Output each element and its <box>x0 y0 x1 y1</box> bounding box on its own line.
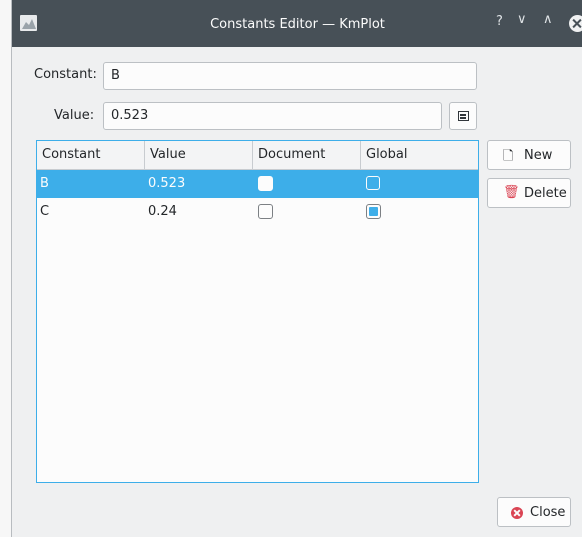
column-header-document[interactable]: Document <box>253 141 361 169</box>
close-button-label: Close <box>530 505 566 520</box>
constant-value-input[interactable]: 0.523 <box>103 102 442 130</box>
column-header-constant[interactable]: Constant <box>37 141 145 169</box>
column-header-value[interactable]: Value <box>145 141 253 169</box>
new-document-icon: 🗋 <box>503 149 514 164</box>
new-button[interactable]: 🗋 New <box>487 140 571 170</box>
constant-label: Constant: <box>34 67 97 82</box>
constants-table[interactable]: Constant Value Document Global B 0.523 C… <box>36 140 479 483</box>
table-row[interactable]: B 0.523 <box>37 170 478 198</box>
constant-name-input[interactable]: B <box>103 62 477 90</box>
close-circle-icon <box>511 507 523 519</box>
column-header-global[interactable]: Global <box>361 141 478 169</box>
delete-button[interactable]: 🗑 Delete <box>487 178 571 208</box>
close-button[interactable]: Close <box>497 497 571 527</box>
background-window-edge <box>0 0 11 537</box>
titlebar[interactable]: Constants Editor — KmPlot ? ∨ ∧ <box>12 0 582 47</box>
trash-icon: 🗑 <box>503 185 520 200</box>
cell-constant: B <box>40 176 49 191</box>
global-checkbox[interactable] <box>366 176 380 190</box>
delete-button-label: Delete <box>524 186 567 201</box>
maximize-button[interactable]: ∧ <box>543 12 553 27</box>
document-checkbox[interactable] <box>258 204 273 219</box>
global-checkbox[interactable] <box>366 204 381 219</box>
document-checkbox[interactable] <box>258 176 273 191</box>
constants-editor-window: Constants Editor — KmPlot ? ∨ ∧ Constant… <box>11 0 582 537</box>
cell-constant: C <box>40 204 50 219</box>
table-header: Constant Value Document Global <box>37 141 478 170</box>
list-edit-icon <box>458 111 469 121</box>
cell-value: 0.523 <box>148 176 186 191</box>
help-button[interactable]: ? <box>496 14 503 29</box>
new-button-label: New <box>524 148 553 163</box>
minimize-button[interactable]: ∨ <box>517 12 527 27</box>
cell-value: 0.24 <box>148 204 177 219</box>
edit-value-button[interactable] <box>449 102 477 130</box>
value-label: Value: <box>54 108 95 123</box>
table-row[interactable]: C 0.24 <box>37 198 478 226</box>
close-window-icon[interactable] <box>569 15 582 32</box>
